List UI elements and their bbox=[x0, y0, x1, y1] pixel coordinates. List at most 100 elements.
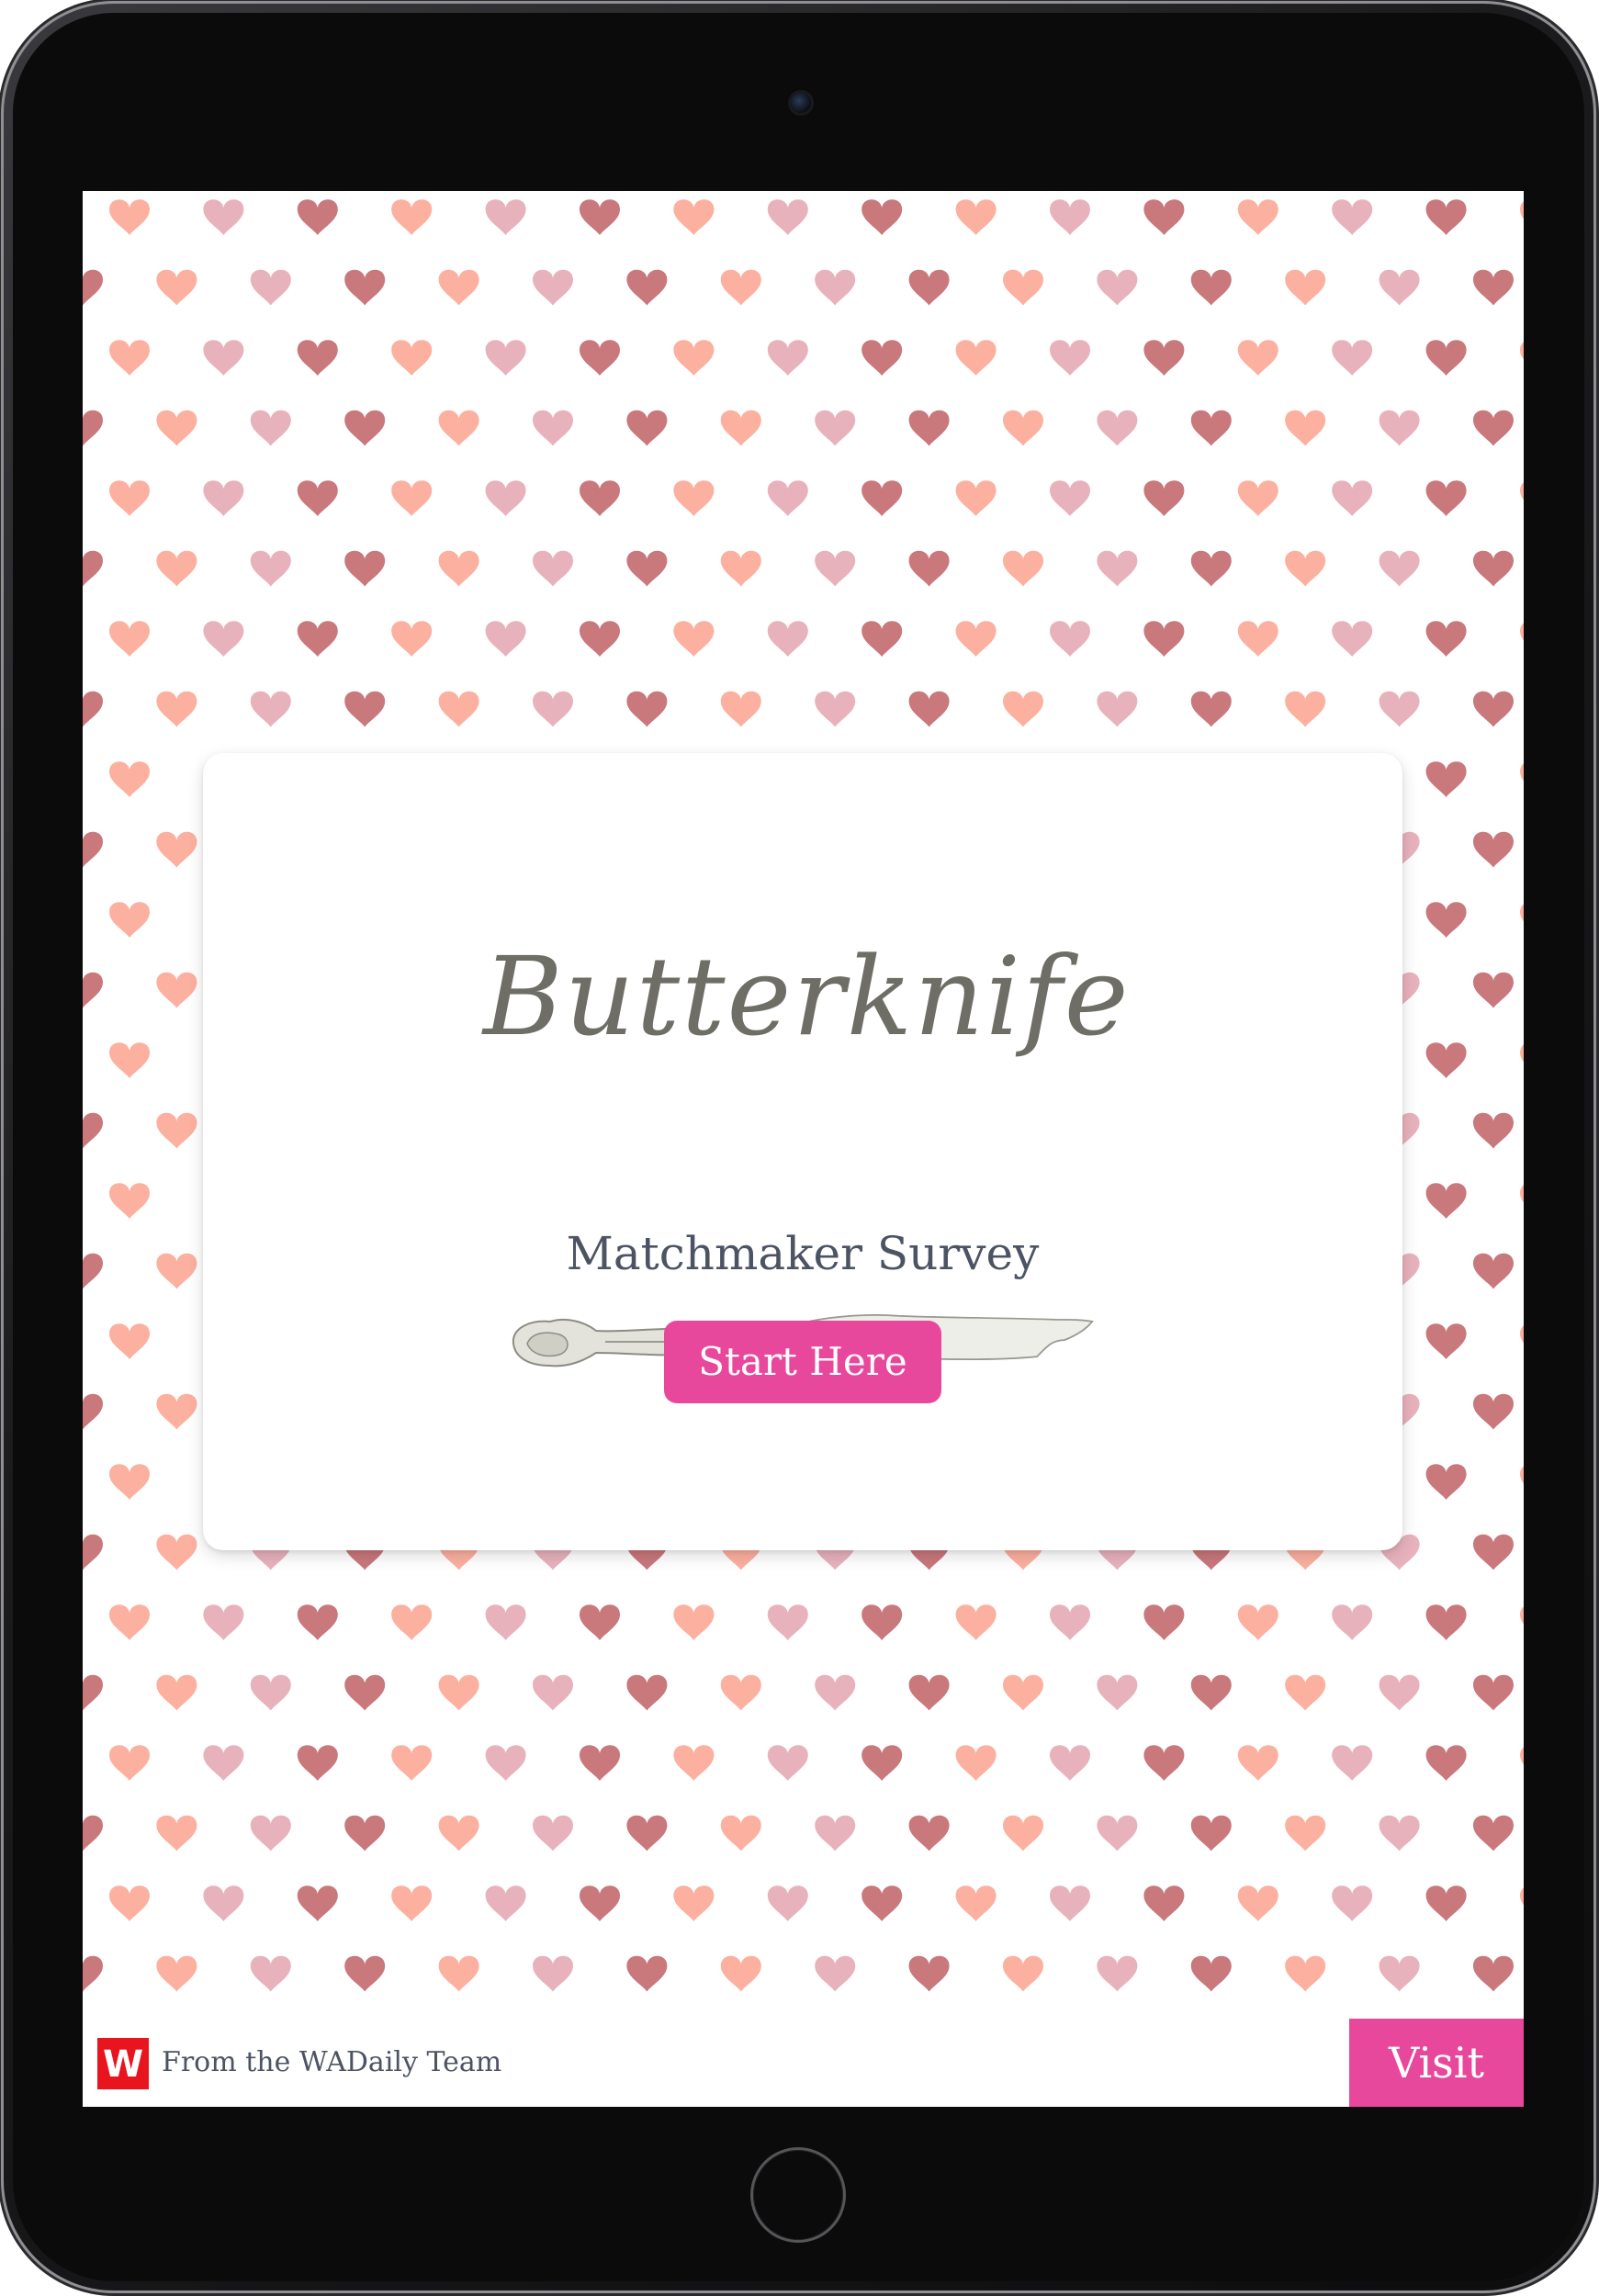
wadaily-logo[interactable]: W bbox=[97, 2038, 149, 2089]
heart-icon bbox=[533, 1815, 573, 1851]
heart-icon bbox=[1237, 199, 1278, 235]
heart-icon bbox=[109, 1323, 150, 1359]
heart-icon bbox=[533, 691, 573, 727]
heart-icon bbox=[955, 340, 997, 376]
heart-icon bbox=[580, 1604, 620, 1640]
heart-icon bbox=[203, 621, 244, 657]
heart-icon bbox=[1425, 1323, 1467, 1359]
heart-icon bbox=[1097, 269, 1138, 306]
heart-icon bbox=[344, 550, 386, 587]
heart-icon bbox=[156, 550, 197, 587]
heart-icon bbox=[1050, 340, 1090, 376]
heart-icon bbox=[438, 550, 479, 587]
heart-icon bbox=[1379, 1955, 1420, 1992]
heart-icon bbox=[955, 1745, 997, 1781]
heart-icon bbox=[1285, 1674, 1326, 1711]
heart-icon bbox=[1097, 410, 1138, 446]
heart-icon bbox=[203, 199, 244, 235]
heart-icon bbox=[109, 199, 150, 235]
heart-icon bbox=[438, 269, 479, 306]
heart-icon bbox=[1425, 199, 1467, 235]
heart-icon bbox=[83, 691, 103, 727]
heart-icon bbox=[485, 1604, 526, 1640]
heart-icon bbox=[109, 1604, 150, 1640]
heart-icon bbox=[109, 1745, 150, 1781]
heart-icon bbox=[1050, 480, 1090, 516]
heart-icon bbox=[861, 1604, 903, 1640]
heart-icon bbox=[109, 621, 150, 657]
heart-icon bbox=[1003, 269, 1043, 306]
heart-icon bbox=[1520, 342, 1524, 360]
heart-icon bbox=[815, 1674, 856, 1711]
heart-icon bbox=[720, 410, 761, 446]
heart-icon bbox=[1237, 1745, 1278, 1781]
heart-icon bbox=[955, 1604, 997, 1640]
heart-icon bbox=[391, 199, 433, 235]
heart-icon bbox=[1190, 1674, 1232, 1711]
heart-icon bbox=[391, 621, 433, 657]
heart-icon bbox=[156, 1674, 197, 1711]
start-here-button[interactable]: Start Here bbox=[664, 1321, 941, 1403]
heart-icon bbox=[1332, 1885, 1373, 1921]
heart-icon bbox=[1003, 1674, 1043, 1711]
heart-icon bbox=[626, 691, 668, 727]
butterknife-logo: Butterknife bbox=[483, 928, 1131, 1111]
logo-wordmark: Butterknife bbox=[483, 933, 1131, 1060]
heart-icon bbox=[673, 1604, 715, 1640]
heart-icon bbox=[1520, 1044, 1524, 1063]
heart-icon bbox=[391, 1885, 433, 1921]
heart-icon bbox=[109, 1042, 150, 1078]
heart-icon bbox=[580, 480, 620, 516]
heart-icon bbox=[1143, 1745, 1185, 1781]
heart-icon bbox=[1425, 761, 1467, 797]
heart-icon bbox=[485, 199, 526, 235]
heart-icon bbox=[485, 480, 526, 516]
camera-icon bbox=[791, 93, 811, 113]
heart-icon bbox=[1285, 550, 1326, 587]
heart-icon bbox=[815, 550, 856, 587]
heart-icon bbox=[1379, 410, 1420, 446]
heart-icon bbox=[391, 1745, 433, 1781]
heart-icon bbox=[156, 1815, 197, 1851]
heart-icon bbox=[1520, 1325, 1524, 1344]
heart-icon bbox=[297, 1885, 338, 1921]
heart-icon bbox=[203, 340, 244, 376]
heart-icon bbox=[955, 621, 997, 657]
heart-icon bbox=[815, 1955, 856, 1992]
heart-icon bbox=[1237, 621, 1278, 657]
heart-icon bbox=[1473, 410, 1514, 446]
heart-icon bbox=[1190, 550, 1232, 587]
heart-icon bbox=[1237, 480, 1278, 516]
heart-icon bbox=[1237, 1885, 1278, 1921]
heart-icon bbox=[83, 1674, 103, 1711]
heart-icon bbox=[250, 1674, 291, 1711]
heart-icon bbox=[156, 831, 197, 868]
heart-icon bbox=[109, 1183, 150, 1219]
heart-icon bbox=[344, 1955, 386, 1992]
heart-icon bbox=[344, 1815, 386, 1851]
heart-icon bbox=[83, 972, 103, 1008]
heart-icon bbox=[533, 1955, 573, 1992]
heart-icon bbox=[1520, 201, 1524, 219]
heart-icon bbox=[156, 1393, 197, 1430]
heart-icon bbox=[1473, 1253, 1514, 1289]
heart-icon bbox=[1473, 1534, 1514, 1570]
heart-icon bbox=[1003, 550, 1043, 587]
heart-icon bbox=[485, 340, 526, 376]
heart-icon bbox=[815, 691, 856, 727]
heart-icon bbox=[908, 691, 950, 727]
heart-icon bbox=[720, 550, 761, 587]
heart-icon bbox=[720, 1674, 761, 1711]
heart-icon bbox=[1473, 831, 1514, 868]
heart-icon bbox=[1520, 763, 1524, 782]
home-button[interactable] bbox=[753, 2150, 843, 2240]
heart-icon bbox=[580, 199, 620, 235]
heart-icon bbox=[1332, 340, 1373, 376]
heart-icon bbox=[1097, 691, 1138, 727]
heart-icon bbox=[485, 1885, 526, 1921]
heart-icon bbox=[861, 199, 903, 235]
heart-icon bbox=[626, 1815, 668, 1851]
heart-icon bbox=[109, 761, 150, 797]
visit-button[interactable]: Visit bbox=[1349, 2019, 1524, 2107]
heart-icon bbox=[250, 269, 291, 306]
